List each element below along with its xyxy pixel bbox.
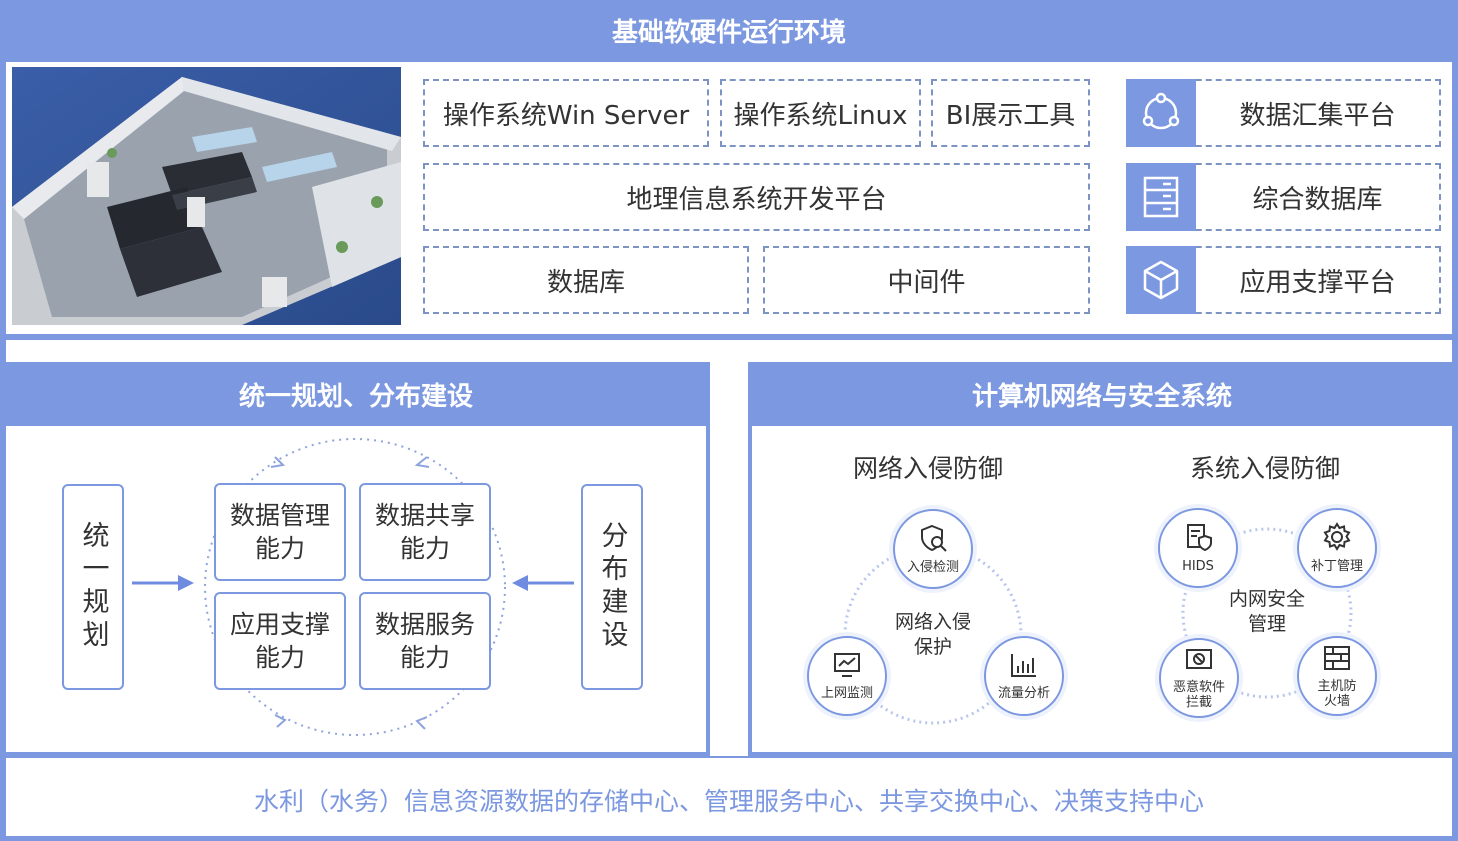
bi-tool-box: BI展示工具: [931, 79, 1090, 147]
arrow-right-icon: [132, 575, 194, 591]
server-room-image: [12, 67, 401, 325]
node-label: 上网监测: [820, 686, 873, 701]
node-label: HIDS: [1182, 559, 1214, 574]
server-rack-icon: [1126, 163, 1196, 231]
capability-data-service: 数据服务能力: [359, 592, 491, 690]
node-label: 流量分析: [997, 686, 1050, 701]
platform-label: 综合数据库: [1252, 184, 1383, 215]
patch-management-node: 补丁管理: [1297, 508, 1377, 588]
capability-application-support: 应用支撑能力: [214, 592, 346, 690]
gis-platform-box: 地理信息系统开发平台: [423, 163, 1090, 231]
block-screen-icon: [1184, 647, 1214, 677]
share-network-icon: [1126, 79, 1196, 147]
intrusion-detection-node: 入侵检测: [893, 509, 973, 589]
left-section-title: 统一规划、分布建设: [238, 382, 473, 412]
platform-label: 应用支撑平台: [1239, 267, 1396, 298]
middleware-box: 中间件: [763, 246, 1090, 314]
os-linux-box: 操作系统Linux: [720, 79, 921, 147]
application-support-platform: 应用支撑平台: [1126, 246, 1441, 314]
os-win-server-box: 操作系统Win Server: [423, 79, 709, 147]
left-panel-gap-right: [710, 362, 748, 756]
distributed-construction-box: 分布建设: [581, 484, 643, 690]
database-box: 数据库: [423, 246, 749, 314]
cycle-ring: [204, 438, 506, 736]
node-label: 恶意软件拦截: [1172, 679, 1225, 710]
bar-chart-icon: [1009, 651, 1039, 683]
unified-planning-box: 统一规划: [62, 484, 124, 690]
top-section-title: 基础软硬件运行环境: [611, 18, 846, 48]
cube-icon: [1126, 246, 1196, 314]
node-label: 主机防火墙: [1317, 678, 1357, 709]
system-defense-title: 系统入侵防御: [1189, 454, 1340, 483]
firewall-icon: [1322, 644, 1352, 676]
system-center-label: 内网安全管理: [1228, 588, 1305, 635]
capability-data-sharing: 数据共享能力: [359, 483, 491, 581]
bottom-summary-text: 水利（水务）信息资源数据的存储中心、管理服务中心、共享交换中心、决策支持中心: [253, 787, 1204, 816]
node-label: 入侵检测: [906, 560, 959, 575]
malware-blocking-node: 恶意软件拦截: [1159, 638, 1239, 718]
traffic-analysis-node: 流量分析: [984, 636, 1064, 716]
platform-label: 数据汇集平台: [1239, 100, 1396, 131]
data-collection-platform: 数据汇集平台: [1126, 79, 1441, 147]
server-shield-icon: [1183, 522, 1213, 556]
internet-monitoring-node: 上网监测: [807, 636, 887, 716]
hids-node: HIDS: [1158, 508, 1238, 588]
arrow-left-icon: [512, 575, 574, 591]
network-defense-title: 网络入侵防御: [852, 454, 1003, 483]
monitor-chart-icon: [832, 651, 862, 683]
node-label: 补丁管理: [1310, 559, 1363, 574]
right-section-title: 计算机网络与安全系统: [971, 382, 1232, 412]
gear-icon: [1322, 522, 1352, 556]
separator-strip: [6, 340, 1452, 362]
integrated-database-platform: 综合数据库: [1126, 163, 1441, 231]
shield-search-icon: [918, 523, 948, 557]
host-firewall-node: 主机防火墙: [1297, 636, 1377, 716]
network-center-label: 网络入侵保护: [894, 611, 971, 658]
capability-data-management: 数据管理能力: [214, 483, 346, 581]
